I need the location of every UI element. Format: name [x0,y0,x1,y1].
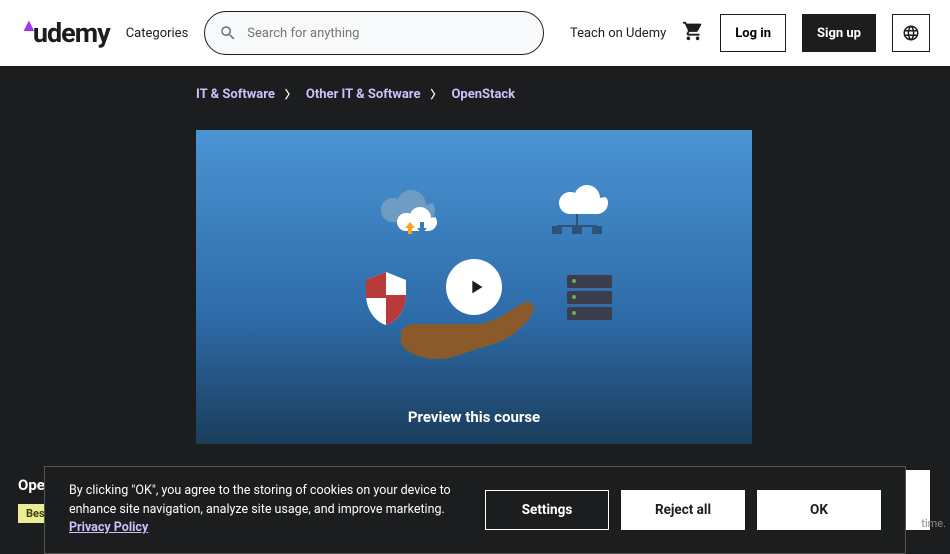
breadcrumb-item-1[interactable]: Other IT & Software [306,87,421,102]
cookie-buttons: Settings Reject all OK [485,490,881,530]
chevron-right-icon: 〉 [285,86,296,102]
logo-caret-icon: ▲ [20,15,37,36]
login-button[interactable]: Log in [720,14,786,52]
play-button[interactable] [446,259,502,315]
main: IT & Software 〉 Other IT & Software 〉 Op… [0,66,950,523]
search-icon [219,24,237,42]
cloud-network-icon [532,178,622,243]
cookie-text: By clicking "OK", you agree to the stori… [69,482,465,538]
preview-label: Preview this course [196,408,752,426]
signup-button[interactable]: Sign up [802,14,876,52]
logo[interactable]: ▲ udemy [20,17,110,49]
footer-text: time. [906,517,950,530]
language-button[interactable] [892,14,930,52]
chevron-right-icon: 〉 [430,86,441,102]
breadcrumb: IT & Software 〉 Other IT & Software 〉 Op… [196,86,948,102]
globe-icon [902,24,920,42]
search-wrap [204,11,544,55]
cookie-settings-button[interactable]: Settings [485,490,609,530]
cookie-reject-button[interactable]: Reject all [621,490,745,530]
categories-link[interactable]: Categories [126,26,189,41]
search-input[interactable] [247,26,529,41]
cloud-arrows-icon [386,200,446,250]
logo-text: udemy [33,17,110,49]
cookie-text-content: By clicking "OK", you agree to the stori… [69,483,451,517]
cookie-banner: By clicking "OK", you agree to the stori… [44,466,906,554]
cart-icon [682,20,704,42]
play-icon [465,276,487,298]
breadcrumb-item-2[interactable]: OpenStack [451,87,515,102]
cart-button[interactable] [682,20,704,46]
video-preview[interactable]: Preview this course [196,130,752,444]
server-icon [562,270,617,325]
header: ▲ udemy Categories Teach on Udemy Log in… [0,0,950,66]
teach-link[interactable]: Teach on Udemy [570,26,666,41]
privacy-policy-link[interactable]: Privacy Policy [69,520,148,535]
search-box[interactable] [204,11,544,55]
container: IT & Software 〉 Other IT & Software 〉 Op… [196,86,948,523]
breadcrumb-item-0[interactable]: IT & Software [196,87,275,102]
cookie-ok-button[interactable]: OK [757,490,881,530]
